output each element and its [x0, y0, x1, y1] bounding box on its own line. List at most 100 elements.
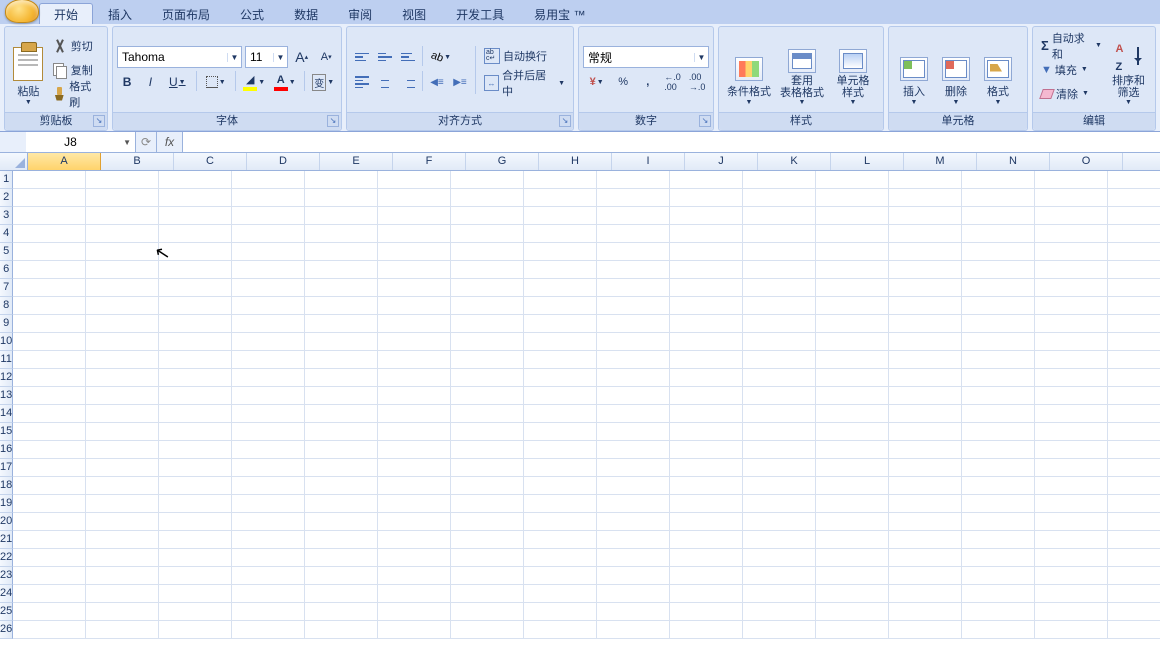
cell[interactable]	[378, 207, 451, 225]
cell[interactable]	[232, 549, 305, 567]
cell[interactable]	[962, 297, 1035, 315]
cell[interactable]	[1035, 333, 1108, 351]
office-button[interactable]	[5, 0, 39, 23]
cell[interactable]	[232, 297, 305, 315]
cell[interactable]	[451, 279, 524, 297]
cell[interactable]	[743, 423, 816, 441]
cell[interactable]	[1035, 621, 1108, 639]
cell[interactable]	[889, 279, 962, 297]
cell[interactable]	[1108, 171, 1160, 189]
row-header[interactable]: 8	[0, 297, 13, 315]
cell[interactable]	[889, 513, 962, 531]
cell[interactable]	[232, 477, 305, 495]
cell[interactable]	[232, 621, 305, 639]
cell[interactable]	[232, 279, 305, 297]
cell[interactable]	[962, 459, 1035, 477]
cell[interactable]	[232, 243, 305, 261]
cell[interactable]	[597, 225, 670, 243]
cell[interactable]	[889, 207, 962, 225]
cell[interactable]	[159, 243, 232, 261]
cell[interactable]	[86, 243, 159, 261]
cell[interactable]	[1108, 189, 1160, 207]
cell[interactable]	[305, 621, 378, 639]
cell[interactable]	[670, 477, 743, 495]
cell[interactable]	[378, 423, 451, 441]
halign-left-button[interactable]	[351, 71, 373, 93]
cell[interactable]	[1035, 495, 1108, 513]
cell[interactable]	[86, 279, 159, 297]
cell[interactable]	[451, 495, 524, 513]
row-header[interactable]: 23	[0, 567, 13, 585]
row-header[interactable]: 13	[0, 387, 13, 405]
cell[interactable]	[597, 297, 670, 315]
cell[interactable]	[962, 531, 1035, 549]
cut-button[interactable]: 剪切	[48, 35, 103, 57]
cell[interactable]	[159, 459, 232, 477]
cell[interactable]	[378, 171, 451, 189]
cell[interactable]	[451, 207, 524, 225]
cell[interactable]	[889, 459, 962, 477]
cell[interactable]	[378, 531, 451, 549]
cell[interactable]	[524, 603, 597, 621]
cell[interactable]	[889, 423, 962, 441]
cell[interactable]	[524, 477, 597, 495]
cell[interactable]	[816, 315, 889, 333]
cell[interactable]	[232, 423, 305, 441]
cell[interactable]	[889, 333, 962, 351]
insert-button[interactable]: 插入▼	[893, 32, 935, 108]
cell[interactable]	[816, 549, 889, 567]
cell[interactable]	[378, 189, 451, 207]
row-header[interactable]: 1	[0, 171, 13, 189]
cell[interactable]	[1035, 171, 1108, 189]
cell[interactable]	[816, 585, 889, 603]
row-header[interactable]: 3	[0, 207, 13, 225]
cell[interactable]	[1108, 495, 1160, 513]
tab-developer[interactable]: 开发工具	[441, 3, 519, 24]
cell[interactable]	[305, 369, 378, 387]
cell[interactable]	[305, 603, 378, 621]
tab-formulas[interactable]: 公式	[225, 3, 279, 24]
cell[interactable]	[13, 315, 86, 333]
row-header[interactable]: 24	[0, 585, 13, 603]
row-header[interactable]: 20	[0, 513, 13, 531]
row-header[interactable]: 15	[0, 423, 13, 441]
autosum-button[interactable]: Σ自动求和▼	[1037, 35, 1106, 57]
cell[interactable]	[524, 297, 597, 315]
cell[interactable]	[962, 405, 1035, 423]
cell[interactable]	[524, 513, 597, 531]
cell[interactable]	[13, 477, 86, 495]
cell[interactable]	[86, 405, 159, 423]
cell[interactable]	[13, 603, 86, 621]
cell[interactable]	[86, 189, 159, 207]
cell[interactable]	[962, 279, 1035, 297]
cell[interactable]	[962, 207, 1035, 225]
tab-layout[interactable]: 页面布局	[147, 3, 225, 24]
row-header[interactable]: 11	[0, 351, 13, 369]
cell[interactable]	[889, 243, 962, 261]
tab-data[interactable]: 数据	[279, 3, 333, 24]
cell[interactable]	[1108, 333, 1160, 351]
cell[interactable]	[86, 351, 159, 369]
cell[interactable]	[305, 549, 378, 567]
cell-style-button[interactable]: 单元格 样式▼	[829, 32, 877, 108]
cell[interactable]	[378, 567, 451, 585]
cell[interactable]	[159, 513, 232, 531]
cell[interactable]	[816, 279, 889, 297]
cell[interactable]	[670, 369, 743, 387]
cell[interactable]	[670, 387, 743, 405]
cell[interactable]	[305, 261, 378, 279]
cell[interactable]	[1108, 297, 1160, 315]
chevron-down-icon[interactable]: ▼	[694, 53, 708, 62]
cell[interactable]	[305, 459, 378, 477]
cell[interactable]	[378, 297, 451, 315]
cell[interactable]	[670, 243, 743, 261]
cell[interactable]	[159, 423, 232, 441]
cell[interactable]	[524, 423, 597, 441]
cell[interactable]	[597, 387, 670, 405]
cell[interactable]	[597, 279, 670, 297]
cell[interactable]	[13, 513, 86, 531]
cell[interactable]	[524, 225, 597, 243]
clear-button[interactable]: 清除▼	[1037, 83, 1106, 105]
cell[interactable]	[232, 333, 305, 351]
cell[interactable]	[13, 243, 86, 261]
